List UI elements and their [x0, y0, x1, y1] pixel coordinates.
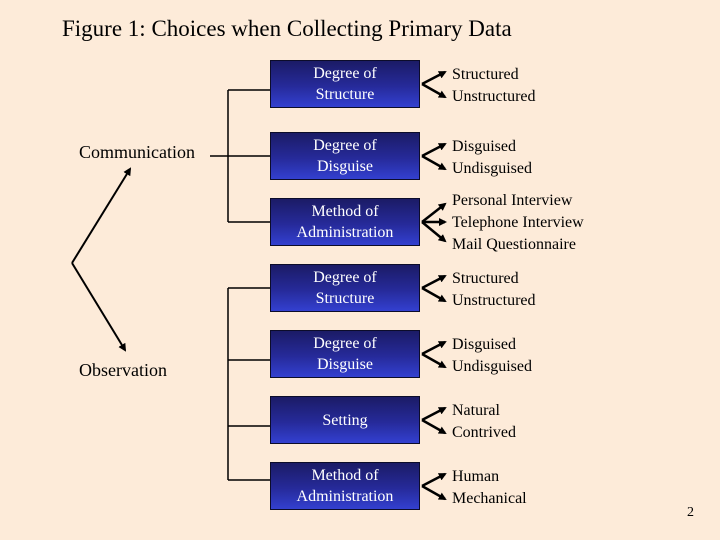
observation-administration-options: Human Mechanical [452, 466, 527, 510]
option: Unstructured [452, 292, 536, 309]
option: Undisguised [452, 160, 532, 177]
option: Mail Questionnaire [452, 236, 576, 253]
option: Mechanical [452, 490, 527, 507]
option: Natural [452, 402, 500, 419]
communication-structure-options: Structured Unstructured [452, 64, 536, 108]
communication-degree-of-structure-box: Degree of Structure [270, 60, 420, 108]
option: Disguised [452, 336, 516, 353]
box-label: Degree of Disguise [313, 137, 377, 175]
observation-bracket [227, 287, 270, 481]
observation-degree-of-disguise-box: Degree of Disguise [270, 330, 420, 378]
communication-bracket [210, 89, 270, 223]
box-label: Method of Administration [296, 203, 394, 241]
option: Undisguised [452, 358, 532, 375]
option: Human [452, 468, 500, 485]
observation-method-of-administration-box: Method of Administration [270, 462, 420, 510]
option: Contrived [452, 424, 516, 441]
option: Disguised [452, 138, 516, 155]
box-label: Degree of Structure [313, 65, 377, 103]
option: Unstructured [452, 88, 536, 105]
box-label: Degree of Structure [313, 269, 377, 307]
observation-setting-box: Setting [270, 396, 420, 444]
arrow-to-observation [71, 262, 127, 352]
observation-setting-options: Natural Contrived [452, 400, 516, 444]
communication-method-of-administration-box: Method of Administration [270, 198, 420, 246]
option: Personal Interview [452, 192, 573, 209]
observation-degree-of-structure-box: Degree of Structure [270, 264, 420, 312]
box-label: Degree of Disguise [313, 335, 377, 373]
option-arrows [421, 70, 447, 501]
arrow-to-communication [71, 167, 132, 264]
communication-administration-options: Personal Interview Telephone Interview M… [452, 190, 584, 256]
option: Telephone Interview [452, 214, 584, 231]
root-chevron-arrows [71, 167, 132, 352]
observation-structure-options: Structured Unstructured [452, 268, 536, 312]
option: Structured [452, 270, 519, 287]
box-label: Setting [322, 411, 368, 429]
option: Structured [452, 66, 519, 83]
communication-degree-of-disguise-box: Degree of Disguise [270, 132, 420, 180]
observation-disguise-options: Disguised Undisguised [452, 334, 532, 378]
page-number: 2 [687, 505, 694, 520]
box-label: Method of Administration [296, 467, 394, 505]
communication-disguise-options: Disguised Undisguised [452, 136, 532, 180]
